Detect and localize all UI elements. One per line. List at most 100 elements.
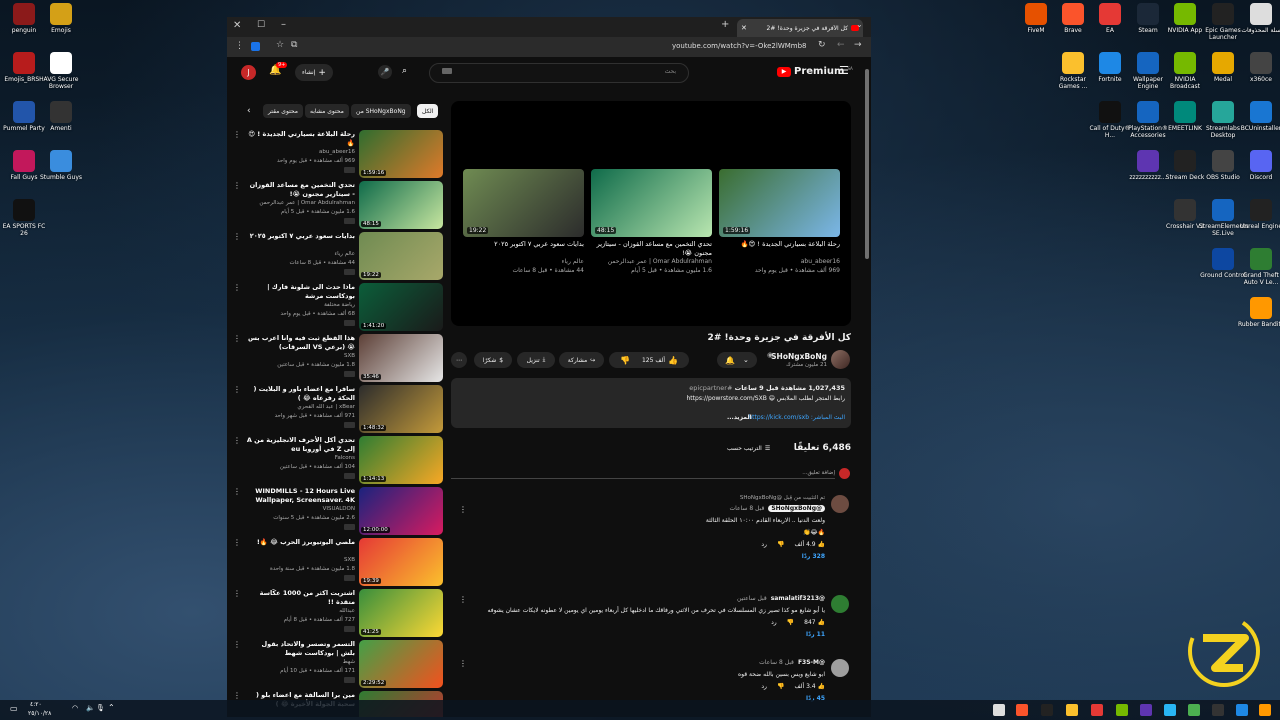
chip-related-suggested[interactable]: محتوى مقتر: [263, 104, 303, 118]
commenter-avatar[interactable]: [831, 595, 849, 613]
description-box[interactable]: 1,027,435 مشاهدة قبل 9 ساعات #epicpartne…: [451, 378, 851, 428]
video-title[interactable]: تحدي أكل الأحرف الانجليزية من A إلى Z في…: [245, 436, 355, 454]
video-thumbnail[interactable]: 12:00:00: [359, 487, 443, 535]
notifications-icon[interactable]: ▭: [10, 704, 18, 713]
desktop-icon[interactable]: Stumble Guys: [37, 150, 85, 181]
end-screen-title[interactable]: رحلة البلاعة بسيارتي الجديدة ! 😍🔥: [719, 240, 840, 249]
comment-menu-icon[interactable]: ⋮: [459, 505, 467, 514]
taskbar-app-icon[interactable]: [1164, 704, 1176, 716]
more-options-icon[interactable]: ⋮: [233, 385, 241, 394]
comment-like-button[interactable]: 👍 847: [804, 619, 825, 626]
sort-comments-button[interactable]: ☰ الترتيب حسب: [727, 445, 770, 452]
comment-reply-button[interactable]: رد: [761, 683, 767, 690]
comment-menu-icon[interactable]: ⋮: [459, 595, 467, 604]
create-button[interactable]: إنشاء +: [295, 64, 333, 81]
video-title[interactable]: هذا القطع ثبت فيه وانا اعرب بس 😭 (برعي V…: [245, 334, 355, 352]
comment-author[interactable]: @SHoNgxBoNg: [768, 505, 825, 512]
taskbar-app-icon[interactable]: [1259, 704, 1271, 716]
video-title[interactable]: ماذا حدث الى شلونة فارك | بودكاست مرشة: [245, 283, 355, 301]
volume-icon[interactable]: 🔈: [86, 704, 95, 712]
menu-dots-icon[interactable]: ⋮: [235, 41, 244, 51]
add-comment-input[interactable]: إضافة تعليق...: [451, 470, 835, 479]
bookmark-star-icon[interactable]: ☆: [276, 40, 284, 50]
video-thumbnail[interactable]: 1:41:20: [359, 283, 443, 331]
desktop-icon[interactable]: Emojis: [37, 3, 85, 34]
description-hashtag[interactable]: #epicpartner: [689, 384, 732, 392]
voice-search-mic-icon[interactable]: 🎤: [378, 65, 392, 79]
more-options-icon[interactable]: ⋮: [233, 538, 241, 547]
extension-icon[interactable]: [251, 42, 260, 51]
video-thumbnail[interactable]: 41:25: [359, 589, 443, 637]
taskbar-app-icon[interactable]: [1091, 704, 1103, 716]
more-options-icon[interactable]: ⋮: [233, 487, 241, 496]
desktop-icon[interactable]: BCUninstaller: [1237, 101, 1280, 132]
comment-like-button[interactable]: 👍 3.4 ألف: [794, 683, 825, 690]
cast-icon[interactable]: ⧉: [291, 40, 297, 50]
dislike-icon[interactable]: 👎: [620, 356, 630, 365]
commenter-avatar[interactable]: [831, 495, 849, 513]
comment-reply-button[interactable]: رد: [761, 541, 767, 548]
mic-tray-icon[interactable]: 🎙: [96, 704, 105, 712]
forward-icon[interactable]: ←: [837, 40, 845, 50]
close-tab-icon[interactable]: ✕: [741, 24, 747, 32]
more-options-icon[interactable]: ⋮: [233, 691, 241, 700]
comment-dislike-icon[interactable]: 👎: [777, 683, 784, 690]
comment-replies-toggle[interactable]: 11 ردًا: [806, 631, 825, 638]
sidebar-video-item[interactable]: 41:25 ⋮ اشتريت اكثر من 1000 عكّاسة متقدة !…: [231, 589, 443, 637]
taskbar-app-icon[interactable]: [1212, 704, 1224, 716]
subscribed-bell-button[interactable]: 🔔 ⌄: [717, 352, 757, 368]
tray-chevron-icon[interactable]: ⌃: [108, 703, 115, 712]
desktop-icon[interactable]: سلة المحذوفات: [1237, 3, 1280, 34]
channel-avatar[interactable]: [831, 350, 850, 369]
comment-replies-toggle[interactable]: 328 ردًا: [802, 553, 825, 560]
video-title[interactable]: ملصي اليوتيوبرز الحرب 😂 🔥!: [245, 538, 355, 547]
sidebar-video-item[interactable]: 35:46 ⋮ هذا القطع ثبت فيه وانا اعرب بس 😭 (…: [231, 334, 443, 382]
comment-author[interactable]: @F3S-M: [798, 659, 825, 666]
like-dislike-button[interactable]: 👎 125 ألف 👍: [609, 352, 689, 368]
video-thumbnail[interactable]: 1:59:16: [359, 130, 443, 178]
video-title[interactable]: التسمر وتصسر والاتحاد بقول بلش | بودكاست…: [245, 640, 355, 658]
search-icon[interactable]: ⌕: [402, 66, 407, 76]
video-title[interactable]: اشتريت اكثر من 1000 عكّاسة متقدة !!: [245, 589, 355, 607]
more-options-icon[interactable]: ⋮: [233, 283, 241, 292]
end-screen-video[interactable]: 48:15: [591, 169, 712, 237]
new-tab-icon[interactable]: +: [721, 19, 729, 30]
tab-youtube[interactable]: كل الأفرقة في جزيرة وحدة! #2 ✕: [737, 19, 863, 37]
like-icon[interactable]: 👍: [668, 356, 678, 365]
thanks-button[interactable]: شكرًا $: [474, 352, 512, 368]
search-box[interactable]: ⌕ بحث: [402, 63, 689, 83]
more-options-icon[interactable]: ⋮: [233, 334, 241, 343]
comment-dislike-icon[interactable]: 👎: [787, 619, 794, 626]
account-avatar[interactable]: J: [241, 65, 256, 80]
sidebar-video-item[interactable]: 1:48:32 ⋮ سافرا مع اعضاء باور و البلايت ( …: [231, 385, 443, 433]
video-title[interactable]: رحلة البلاعة بسيارتي الجديدة ! 😍🔥: [245, 130, 355, 148]
more-actions-button[interactable]: ⋯: [451, 352, 467, 368]
chips-prev-chevron-icon[interactable]: ‹: [247, 106, 251, 116]
taskbar-app-icon[interactable]: [1116, 704, 1128, 716]
desktop-icon[interactable]: Discord: [1237, 150, 1280, 181]
end-screen-title[interactable]: بدايات سعود عربي ٧ اكتوبر ٢٠٢٥: [463, 240, 584, 249]
taskbar-app-icon[interactable]: [1188, 704, 1200, 716]
description-more-link[interactable]: ...المزيد: [727, 414, 752, 421]
desktop-icon[interactable]: Unreal Engine: [1237, 199, 1280, 230]
sidebar-video-item[interactable]: 19:22 ⋮ بدايات سعود عربي ٧ اكتوبر ٢٠٢٥ عالم…: [231, 232, 443, 280]
comment-like-button[interactable]: 👍 4.9 ألف: [794, 541, 825, 548]
comment-dislike-icon[interactable]: 👎: [777, 541, 784, 548]
minimize-window-icon[interactable]: –: [281, 19, 286, 30]
more-options-icon[interactable]: ⋮: [233, 130, 241, 139]
video-title[interactable]: تحدي التخمين مع مساعد القوزان - سيتازير …: [245, 181, 355, 199]
comment-menu-icon[interactable]: ⋮: [459, 659, 467, 668]
desktop-icon[interactable]: Amenti: [37, 101, 85, 132]
search-input[interactable]: بحث: [665, 68, 676, 75]
page-scrollbar[interactable]: [865, 69, 869, 259]
sidebar-video-item[interactable]: 12:00:00 ⋮ WINDMILLS - 12 Hours Live Wallp…: [231, 487, 443, 535]
taskbar-app-icon[interactable]: [1016, 704, 1028, 716]
video-title[interactable]: بدايات سعود عربي ٧ اكتوبر ٢٠٢٥: [245, 232, 355, 241]
video-player[interactable]: 1:59:16 رحلة البلاعة بسيارتي الجديدة ! 😍🔥…: [451, 101, 851, 326]
end-screen-video[interactable]: 1:59:16: [719, 169, 840, 237]
video-thumbnail[interactable]: 35:46: [359, 334, 443, 382]
keyboard-icon[interactable]: [442, 68, 452, 74]
video-thumbnail[interactable]: 19:39: [359, 538, 443, 586]
end-screen-video[interactable]: 19:22: [463, 169, 584, 237]
video-thumbnail[interactable]: 1:14:13: [359, 436, 443, 484]
